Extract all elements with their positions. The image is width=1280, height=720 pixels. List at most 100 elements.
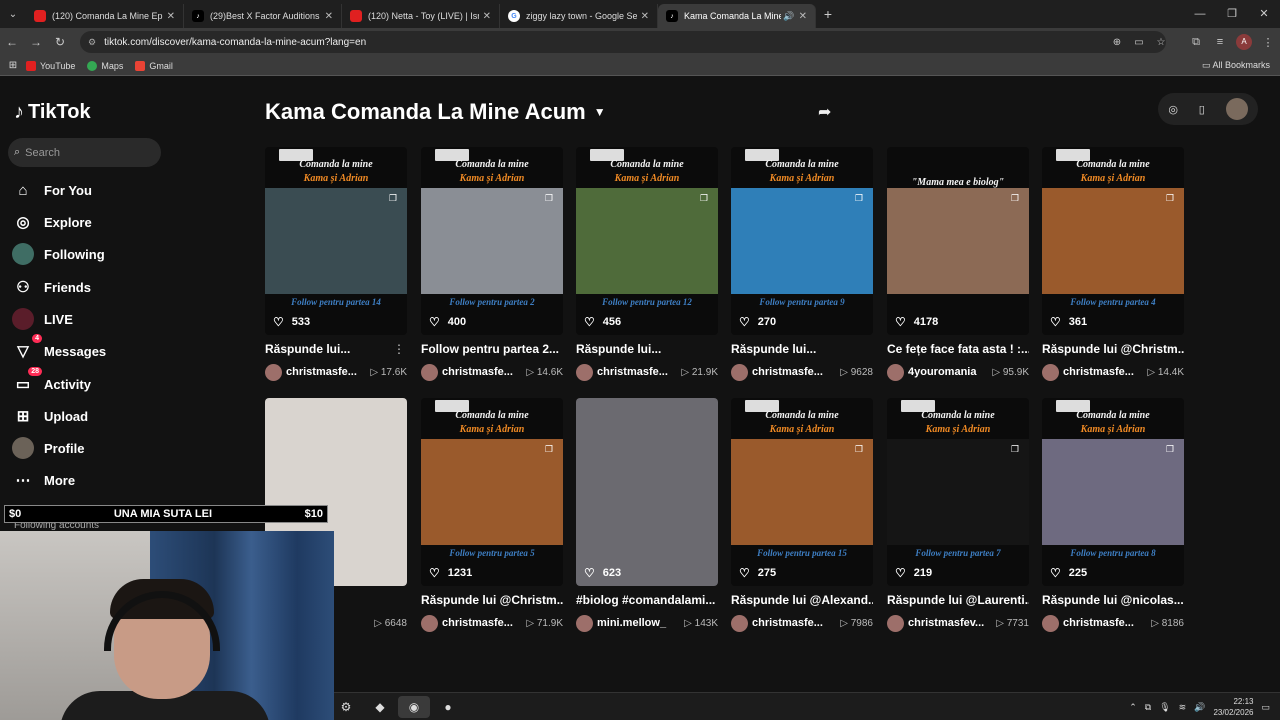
author-name[interactable]: christmasfe...	[752, 366, 836, 378]
video-thumbnail[interactable]: Comanda la mine Kama și Adrian ❐ Follow pen…	[887, 398, 1029, 586]
close-icon[interactable]: ✕	[167, 11, 175, 22]
close-window-icon[interactable]: ✕	[1248, 0, 1280, 28]
forward-icon[interactable]: →	[24, 35, 48, 49]
steam-icon[interactable]: ⚙	[330, 696, 362, 718]
author-avatar[interactable]	[265, 363, 282, 381]
author-name[interactable]: christmasfe...	[442, 366, 522, 378]
zoom-icon[interactable]: ⊕	[1106, 37, 1128, 48]
author-avatar[interactable]	[1042, 614, 1059, 632]
video-card[interactable]: Comanda la mine Kama și Adrian ❐ Follow pen…	[1042, 147, 1184, 381]
author-name[interactable]: christmasfe...	[442, 617, 522, 629]
media-icon[interactable]: ≡	[1208, 36, 1232, 48]
close-icon[interactable]: ✕	[483, 11, 491, 22]
author-avatar[interactable]	[887, 614, 904, 632]
browser-tab[interactable]: (120) Netta - Toy (LIVE) | Israel ✕	[342, 4, 500, 28]
video-card[interactable]: "Mama mea e biolog" ❐ ♡ 4178 Ce fețe face fa…	[887, 147, 1029, 381]
author-avatar[interactable]	[887, 363, 904, 381]
browser-tab-active[interactable]: ♪ Kama Comanda La Mine Ac🔊 ✕	[658, 4, 816, 28]
author-name[interactable]: christmasfe...	[597, 366, 677, 378]
author-avatar[interactable]	[1042, 363, 1059, 381]
close-icon[interactable]: ✕	[641, 11, 649, 22]
video-card[interactable]: Comanda la mine Kama și Adrian ❐ Follow pen…	[576, 147, 718, 381]
author-name[interactable]: christmasfe...	[286, 366, 366, 378]
sidebar-item-more[interactable]: ⋯ More	[12, 468, 76, 492]
obs-icon[interactable]: ●	[432, 696, 464, 718]
video-title[interactable]: Răspunde lui...	[265, 342, 407, 356]
sidebar-item-profile[interactable]: Profile	[12, 436, 84, 460]
cast-icon[interactable]: ▭	[1128, 37, 1150, 48]
bookmark-youtube[interactable]: YouTube	[26, 60, 75, 71]
chrome-icon[interactable]: ◉	[398, 696, 430, 718]
url-bar[interactable]: ⚙ tiktok.com/discover/kama-comanda-la-mi…	[80, 31, 1166, 53]
new-tab-button[interactable]: +	[816, 6, 840, 22]
video-card[interactable]: Comanda la mine Kama și Adrian ❐ Follow pen…	[731, 398, 873, 632]
sidebar-item-live[interactable]: LIVE	[12, 307, 73, 331]
author-avatar[interactable]	[731, 363, 748, 381]
video-title[interactable]: Răspunde lui...	[731, 342, 873, 356]
video-title[interactable]: #biolog #comandalami...	[576, 593, 718, 607]
author-avatar[interactable]	[731, 614, 748, 632]
bookmark-maps[interactable]: Maps	[87, 60, 123, 71]
author-avatar[interactable]	[576, 614, 593, 632]
author-avatar[interactable]	[421, 614, 438, 632]
video-thumbnail[interactable]: Comanda la mine Kama și Adrian ❐ Follow pen…	[731, 147, 873, 335]
extensions-icon[interactable]: ⧉	[1184, 36, 1208, 49]
video-card[interactable]: Comanda la mine Kama și Adrian ❐ Follow pen…	[1042, 398, 1184, 632]
video-thumbnail[interactable]: "Mama mea e biolog" ❐ ♡ 4178	[887, 147, 1029, 335]
speaker-icon[interactable]: 🔊	[783, 11, 794, 22]
sidebar-item-following[interactable]: Following	[12, 242, 105, 266]
author-name[interactable]: christmasfev...	[908, 617, 992, 629]
author-name[interactable]: christmasfe...	[1063, 617, 1147, 629]
video-title[interactable]: Follow pentru partea 2...	[421, 342, 563, 356]
close-icon[interactable]: ✕	[325, 11, 333, 22]
coin-icon[interactable]: ◎	[1168, 103, 1178, 116]
video-thumbnail[interactable]: Comanda la mine Kama și Adrian ❐ Follow pen…	[421, 398, 563, 586]
browser-tab[interactable]: (120) Comanda La Mine Episod ✕	[26, 4, 184, 28]
sidebar-item-upload[interactable]: ⊞ Upload	[12, 404, 88, 428]
video-card[interactable]: Comanda la mine Kama și Adrian ❐ Follow pen…	[887, 398, 1029, 632]
bookmark-star-icon[interactable]: ☆	[1150, 37, 1172, 48]
author-name[interactable]: christmasfe...	[752, 617, 836, 629]
video-card[interactable]: Comanda la mine Kama și Adrian ❐ Follow pen…	[265, 147, 407, 381]
video-card[interactable]: Comanda la mine Kama și Adrian ❐ Follow pen…	[421, 147, 563, 381]
tiktok-logo[interactable]: ♪ TikTok	[14, 101, 91, 124]
author-name[interactable]: 4youromania	[908, 366, 988, 378]
video-thumbnail[interactable]: Comanda la mine Kama și Adrian ❐ Follow pen…	[731, 398, 873, 586]
video-thumbnail[interactable]: Comanda la mine Kama și Adrian ❐ Follow pen…	[1042, 147, 1184, 335]
apps-grid-icon[interactable]: ⊞	[0, 60, 26, 71]
author-avatar[interactable]	[421, 363, 438, 381]
clock[interactable]: 22:13 23/02/2026	[1213, 696, 1253, 718]
search-input[interactable]: ⌕ Search	[8, 138, 161, 167]
sidebar-item-messages[interactable]: ▽ 4 Messages	[12, 334, 106, 363]
site-info-icon[interactable]: ⚙	[88, 37, 96, 48]
app-icon[interactable]: ◆	[364, 696, 396, 718]
all-bookmarks[interactable]: ▭ All Bookmarks	[1202, 60, 1270, 71]
video-title[interactable]: Răspunde lui...	[576, 342, 718, 356]
tab-search-button[interactable]: ⌄	[0, 0, 26, 28]
bookmark-gmail[interactable]: Gmail	[135, 60, 173, 71]
profile-avatar[interactable]	[1225, 98, 1248, 120]
chevron-up-icon[interactable]: ⌃	[1129, 702, 1137, 713]
video-card[interactable]: ♡ 623 #biolog #comandalami... mini.mellow_ ▷…	[576, 398, 718, 632]
video-title[interactable]: Răspunde lui @Christm...	[421, 593, 563, 607]
minimize-icon[interactable]: —	[1184, 0, 1216, 28]
video-thumbnail[interactable]: Comanda la mine Kama și Adrian ❐ Follow pen…	[421, 147, 563, 335]
video-title[interactable]: Răspunde lui @Laurenti...	[887, 593, 1029, 607]
more-options-icon[interactable]: ⋮	[393, 342, 405, 356]
mic-icon[interactable]: 🎙	[1159, 702, 1170, 713]
sidebar-item-activity[interactable]: ▭ 28 Activity	[12, 367, 91, 396]
video-thumbnail[interactable]: ♡ 623	[576, 398, 718, 586]
kebab-menu-icon[interactable]: ⋮	[1256, 36, 1280, 49]
video-card[interactable]: Comanda la mine Kama și Adrian ❐ Follow pen…	[731, 147, 873, 381]
author-name[interactable]: mini.mellow_	[597, 617, 680, 629]
video-card[interactable]: Comanda la mine Kama și Adrian ❐ Follow pen…	[421, 398, 563, 632]
sidebar-item-explore[interactable]: ◎ Explore	[12, 210, 91, 234]
video-title[interactable]: Răspunde lui @nicolas...	[1042, 593, 1184, 607]
author-name[interactable]: christmasfe...	[1063, 366, 1143, 378]
video-thumbnail[interactable]: Comanda la mine Kama și Adrian ❐ Follow pen…	[1042, 398, 1184, 586]
video-thumbnail[interactable]: Comanda la mine Kama și Adrian ❐ Follow pen…	[576, 147, 718, 335]
sidebar-item-for-you[interactable]: ⌂ For You	[12, 178, 91, 202]
notification-icon[interactable]: ▭	[1261, 702, 1270, 713]
wifi-icon[interactable]: ≋	[1179, 702, 1187, 713]
device-icon[interactable]: ▯	[1199, 103, 1205, 116]
